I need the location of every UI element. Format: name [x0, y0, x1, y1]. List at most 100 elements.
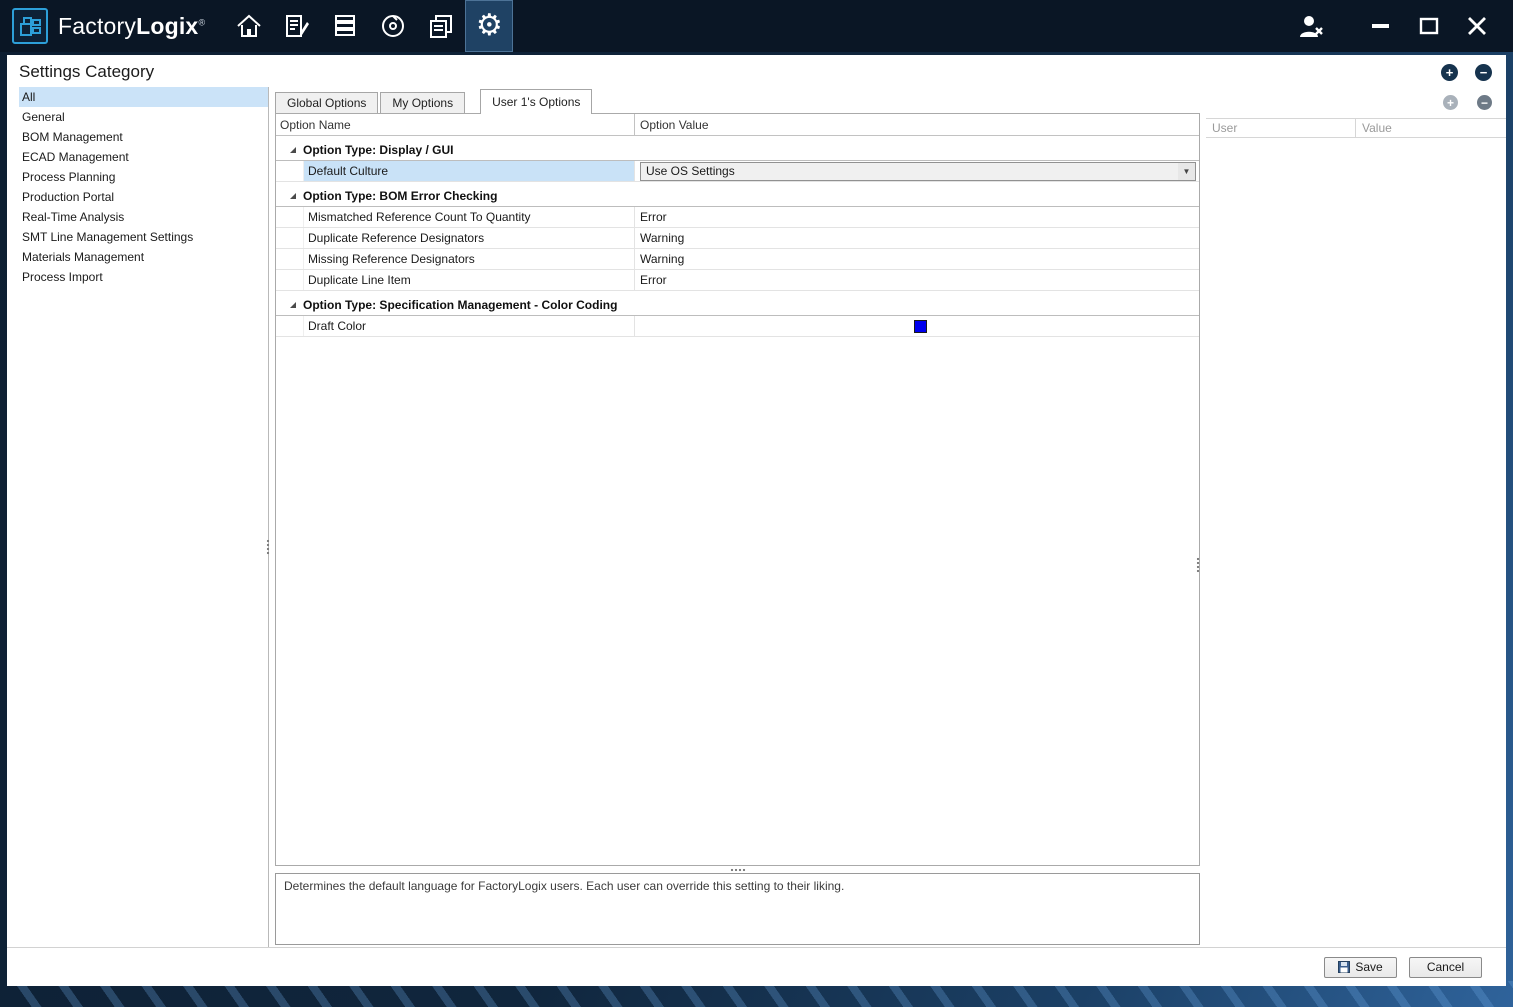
dropdown-selected-value: Use OS Settings [641, 164, 1178, 178]
options-tabs: Global OptionsMy Options User 1's Options [275, 87, 1200, 113]
column-header-option-value[interactable]: Option Value [635, 114, 1199, 135]
group-header-option-type-display-gui[interactable]: Option Type: Display / GUI [276, 139, 1199, 161]
option-row-default-culture[interactable]: Default Culture Use OS Settings▼ [276, 161, 1199, 182]
option-name[interactable]: Draft Color [304, 316, 635, 336]
sidebar-item-process-import[interactable]: Process Import [19, 267, 268, 287]
option-row-mismatched-reference-count-to-quantity[interactable]: Mismatched Reference Count To QuantityEr… [276, 207, 1199, 228]
tab-global-options[interactable]: Global Options [275, 92, 378, 113]
option-value[interactable]: Warning [635, 249, 1199, 269]
group-title: Option Type: BOM Error Checking [303, 189, 497, 203]
titlebar: FactoryLogix® [0, 0, 1513, 52]
color-swatch[interactable] [914, 320, 927, 333]
collapse-icon[interactable] [290, 302, 296, 308]
right-panel-splitter[interactable] [1196, 557, 1200, 573]
sidebar-item-general[interactable]: General [19, 107, 268, 127]
settings-category-list: AllGeneralBOM ManagementECAD ManagementP… [19, 87, 269, 947]
option-row-duplicate-reference-designators[interactable]: Duplicate Reference DesignatorsWarning [276, 228, 1199, 249]
option-row-duplicate-line-item[interactable]: Duplicate Line ItemError [276, 270, 1199, 291]
option-row-draft-color[interactable]: Draft Color [276, 316, 1199, 337]
option-name[interactable]: Duplicate Line Item [304, 270, 635, 290]
sidebar-item-bom-management[interactable]: BOM Management [19, 127, 268, 147]
option-name[interactable]: Duplicate Reference Designators [304, 228, 635, 248]
dropdown-chevron-icon[interactable]: ▼ [1178, 163, 1195, 180]
home-icon[interactable] [225, 0, 273, 52]
description-splitter[interactable] [275, 866, 1200, 873]
group-title: Option Type: Display / GUI [303, 143, 453, 157]
sidebar-item-smt-line-management-settings[interactable]: SMT Line Management Settings [19, 227, 268, 247]
group-header-option-type-bom-error-checking[interactable]: Option Type: BOM Error Checking [276, 185, 1199, 207]
option-row-missing-reference-designators[interactable]: Missing Reference DesignatorsWarning [276, 249, 1199, 270]
options-grid: Option Name Option Value Option Type: Di… [275, 113, 1200, 866]
group-title: Option Type: Specification Management - … [303, 298, 617, 312]
disc-icon[interactable] [369, 0, 417, 52]
close-icon[interactable] [1453, 6, 1501, 46]
row-header [276, 228, 304, 248]
row-header [276, 270, 304, 290]
panel-body: AllGeneralBOM ManagementECAD ManagementP… [7, 87, 1506, 948]
option-name[interactable]: Missing Reference Designators [304, 249, 635, 269]
panel-footer: Save Cancel [7, 948, 1506, 986]
sidebar-item-materials-management[interactable]: Materials Management [19, 247, 268, 267]
option-name[interactable]: Default Culture [304, 161, 635, 181]
option-value[interactable] [641, 316, 1199, 336]
row-header [276, 249, 304, 269]
sidebar-item-process-planning[interactable]: Process Planning [19, 167, 268, 187]
cancel-button-label: Cancel [1427, 960, 1464, 974]
settings-gear-icon[interactable]: ⚙ [465, 0, 513, 52]
category-actions: + − [1441, 64, 1492, 81]
sidebar-item-real-time-analysis[interactable]: Real-Time Analysis [19, 207, 268, 227]
remove-user-override-icon[interactable]: − [1477, 95, 1492, 110]
add-category-icon[interactable]: + [1441, 64, 1458, 81]
user-overrides-toolbar: + − [1206, 87, 1506, 114]
sidebar-item-production-portal[interactable]: Production Portal [19, 187, 268, 207]
collapse-icon[interactable] [290, 193, 296, 199]
option-name[interactable]: Mismatched Reference Count To Quantity [304, 207, 635, 227]
panel-header: Settings Category + − [7, 55, 1506, 87]
options-grid-body: Option Type: Display / GUI Default Cultur… [276, 136, 1199, 865]
minimize-icon[interactable] [1357, 6, 1405, 46]
option-value[interactable]: Use OS Settings▼ [635, 161, 1199, 181]
option-value[interactable]: Warning [635, 228, 1199, 248]
remove-category-icon[interactable]: − [1475, 64, 1492, 81]
options-section: Global OptionsMy Options User 1's Options… [275, 87, 1200, 947]
column-header-user[interactable]: User [1206, 119, 1356, 137]
sidebar-splitter[interactable] [266, 539, 270, 555]
add-user-override-icon[interactable]: + [1443, 95, 1458, 110]
user-overrides-header: User Value [1206, 118, 1506, 138]
settings-panel: Settings Category + − AllGeneralBOM Mana… [7, 55, 1506, 986]
app-title: FactoryLogix® [58, 13, 205, 40]
option-group: Option Type: Display / GUI Default Cultur… [276, 139, 1199, 182]
sidebar-item-all[interactable]: All [19, 87, 268, 107]
process-planning-icon[interactable] [273, 0, 321, 52]
app-window: FactoryLogix® [0, 0, 1513, 1007]
column-header-option-name[interactable]: Option Name [276, 114, 635, 135]
documents-icon[interactable] [417, 0, 465, 52]
save-button[interactable]: Save [1324, 957, 1397, 978]
logout-user-icon[interactable] [1287, 6, 1335, 46]
splitter-grip [730, 868, 746, 872]
row-header [276, 207, 304, 227]
user-overrides-panel: + − User Value [1206, 87, 1506, 947]
maximize-icon[interactable] [1405, 6, 1453, 46]
tab-my-options[interactable]: My Options [380, 92, 465, 113]
option-group: Option Type: BOM Error Checking Mismatche… [276, 185, 1199, 291]
save-button-label: Save [1355, 960, 1382, 974]
group-header-option-type-specification-management-color-coding[interactable]: Option Type: Specification Management - … [276, 294, 1199, 316]
option-value[interactable]: Error [635, 270, 1199, 290]
main-nav: ⚙ [225, 0, 513, 52]
option-group: Option Type: Specification Management - … [276, 294, 1199, 337]
collapse-icon[interactable] [290, 147, 296, 153]
tab-user-1-s-options[interactable]: User 1's Options [480, 89, 592, 114]
options-grid-header: Option Name Option Value [276, 114, 1199, 136]
column-header-value[interactable]: Value [1356, 119, 1506, 137]
user-overrides-body [1206, 138, 1506, 947]
option-value-dropdown[interactable]: Use OS Settings▼ [640, 162, 1196, 181]
row-header [276, 161, 304, 181]
materials-stack-icon[interactable] [321, 0, 369, 52]
sidebar-item-ecad-management[interactable]: ECAD Management [19, 147, 268, 167]
option-description: Determines the default language for Fact… [275, 873, 1200, 945]
row-header [276, 316, 304, 336]
cancel-button[interactable]: Cancel [1409, 957, 1482, 978]
window-controls [1287, 6, 1501, 46]
option-value[interactable]: Error [635, 207, 1199, 227]
